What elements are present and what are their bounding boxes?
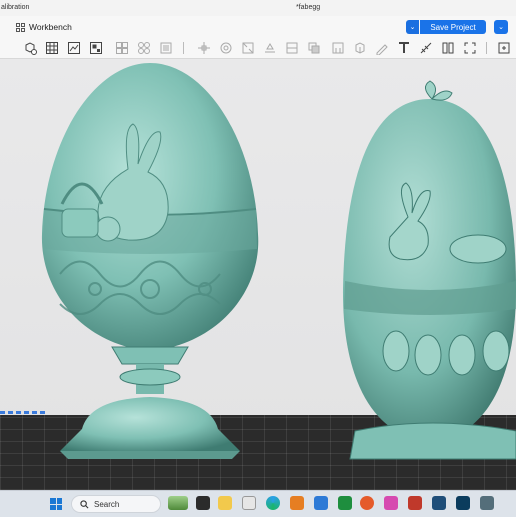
- scale-icon[interactable]: [240, 40, 256, 56]
- save-project-group: ⌄ Save Project: [406, 20, 486, 34]
- firefox-icon[interactable]: [360, 496, 374, 510]
- search-placeholder: Search: [94, 499, 120, 509]
- workbench-grid-icon: [16, 22, 25, 32]
- app-title: alibration: [1, 4, 30, 11]
- spreadsheet-icon[interactable]: [338, 496, 352, 510]
- measure-icon[interactable]: [418, 40, 434, 56]
- app-header: Workbench ⌄ Save Project ⌄: [0, 16, 516, 39]
- paint-icon[interactable]: [352, 40, 368, 56]
- file-title: *fabegg: [296, 4, 321, 11]
- 3d-viewport[interactable]: [0, 59, 516, 490]
- boolean-icon[interactable]: [306, 40, 322, 56]
- app-f-icon[interactable]: [290, 496, 304, 510]
- toolbar-divider: [183, 42, 184, 54]
- toolbar-divider: [486, 42, 487, 54]
- split-icon[interactable]: [440, 40, 456, 56]
- egg-model-left[interactable]: [0, 59, 516, 490]
- text-icon[interactable]: [396, 40, 412, 56]
- app-dark-icon[interactable]: [456, 496, 470, 510]
- grid-view-icon[interactable]: [44, 40, 60, 56]
- window-titlebar: alibration *fabegg: [0, 0, 516, 16]
- file-explorer-icon[interactable]: [218, 496, 232, 510]
- workbench-label: Workbench: [29, 22, 72, 32]
- app-navy-icon[interactable]: [432, 496, 446, 510]
- rotate-icon[interactable]: [218, 40, 234, 56]
- app-red-icon[interactable]: [408, 496, 422, 510]
- slice-icon[interactable]: [66, 40, 82, 56]
- task-view-icon[interactable]: [196, 496, 210, 510]
- plate-icon[interactable]: [158, 40, 174, 56]
- os-taskbar: Search: [0, 490, 516, 517]
- edge-icon[interactable]: [266, 496, 280, 510]
- save-project-button[interactable]: Save Project: [420, 20, 486, 34]
- support-icon[interactable]: [330, 40, 346, 56]
- save-options-chevron-down-icon[interactable]: ⌄: [406, 20, 419, 34]
- move-icon[interactable]: [196, 40, 212, 56]
- orient-icon[interactable]: [114, 40, 130, 56]
- workbench-tab[interactable]: Workbench: [16, 20, 72, 34]
- assembly-icon[interactable]: [462, 40, 478, 56]
- arrange-icon[interactable]: [88, 40, 104, 56]
- menu-chevron-down-icon[interactable]: ⌄: [494, 20, 508, 34]
- start-icon[interactable]: [50, 498, 62, 510]
- store-icon[interactable]: [242, 496, 256, 510]
- add-object-icon[interactable]: [22, 40, 38, 56]
- more-tools-icon[interactable]: [496, 40, 512, 56]
- app-gray-icon[interactable]: [480, 496, 494, 510]
- main-toolbar: [0, 38, 516, 59]
- taskbar-search[interactable]: Search: [71, 495, 161, 513]
- easter-widget-icon[interactable]: [168, 496, 188, 510]
- seam-icon[interactable]: [374, 40, 390, 56]
- app-purple-icon[interactable]: [384, 496, 398, 510]
- search-icon: [80, 499, 89, 508]
- slicer-app-icon[interactable]: [314, 496, 328, 510]
- cut-icon[interactable]: [284, 40, 300, 56]
- layout-icon[interactable]: [136, 40, 152, 56]
- lay-flat-icon[interactable]: [262, 40, 278, 56]
